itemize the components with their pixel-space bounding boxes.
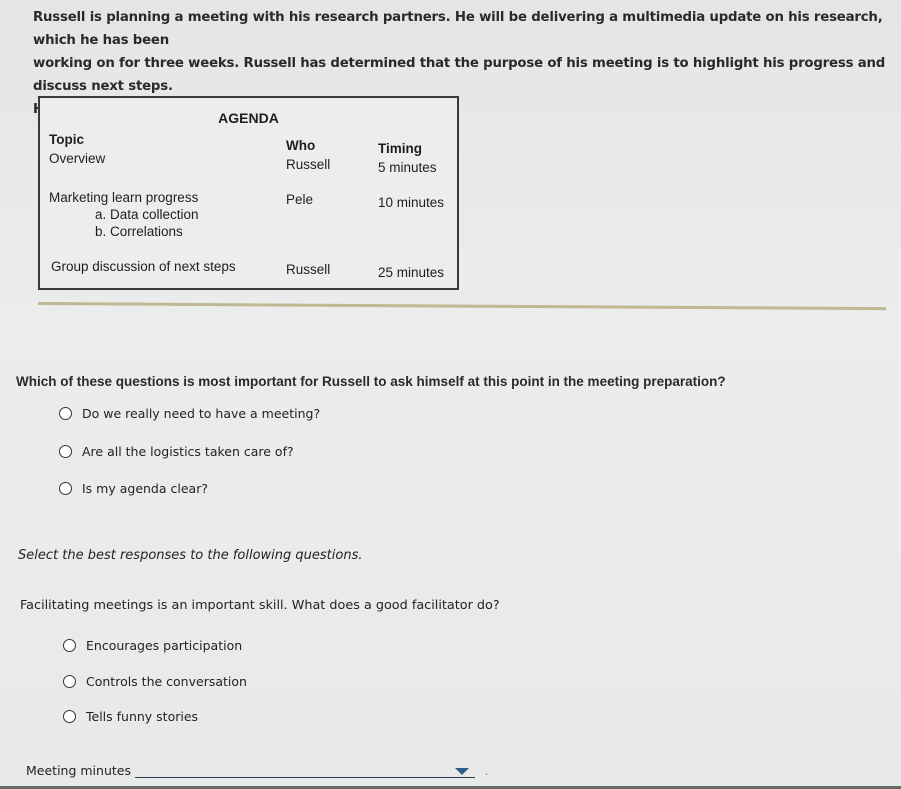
intro-line: Russell is planning a meeting with his r… bbox=[33, 10, 883, 48]
question-1-option-3[interactable]: Is my agenda clear? bbox=[59, 481, 208, 496]
option-label: Do we really need to have a meeting? bbox=[82, 406, 321, 421]
agenda-header-topic: Topic bbox=[49, 132, 84, 147]
radio-button[interactable] bbox=[63, 675, 76, 688]
option-label: Tells funny stories bbox=[86, 709, 199, 724]
question-1-prompt: Which of these questions is most importa… bbox=[16, 374, 726, 389]
agenda-row-timing: 10 minutes bbox=[378, 195, 445, 210]
option-label: Is my agenda clear? bbox=[82, 481, 208, 496]
radio-button[interactable] bbox=[63, 710, 76, 723]
question-2-option-1[interactable]: Encourages participation bbox=[63, 638, 242, 653]
question-2-option-3[interactable]: Tells funny stories bbox=[63, 709, 198, 724]
question-1-option-2[interactable]: Are all the logistics taken care of? bbox=[59, 444, 294, 459]
option-label: Controls the conversation bbox=[86, 674, 247, 689]
agenda-title: AGENDA bbox=[218, 110, 279, 126]
meeting-minutes-row: Meeting minutes . bbox=[26, 761, 488, 778]
radio-button[interactable] bbox=[59, 407, 72, 420]
agenda-row-who: Russell bbox=[286, 262, 331, 277]
agenda-row-topic: Group discussion of next steps bbox=[51, 259, 236, 274]
agenda-row-timing: 25 minutes bbox=[378, 265, 445, 280]
agenda-header-who: Who bbox=[286, 138, 316, 153]
agenda-row-who: Russell bbox=[286, 157, 331, 172]
section-divider bbox=[37, 302, 886, 311]
dropdown-suffix: . bbox=[484, 767, 489, 778]
agenda-subitem: a. Data collection bbox=[95, 207, 199, 222]
dropdown-label: Meeting minutes bbox=[26, 763, 131, 778]
question-2-option-2[interactable]: Controls the conversation bbox=[63, 674, 247, 689]
agenda-row-timing: 5 minutes bbox=[378, 160, 437, 175]
agenda-row-who: Pele bbox=[286, 192, 314, 207]
chevron-down-icon[interactable] bbox=[454, 768, 469, 775]
question-2-prompt: Facilitating meetings is an important sk… bbox=[20, 598, 500, 613]
meeting-minutes-dropdown[interactable] bbox=[134, 761, 475, 778]
radio-button[interactable] bbox=[59, 482, 72, 495]
agenda-header-timing: Timing bbox=[378, 141, 423, 156]
agenda-box: AGENDA Topic Who Timing Overview Russell… bbox=[38, 96, 459, 290]
agenda-subitem: b. Correlations bbox=[95, 224, 183, 239]
question-1-option-1[interactable]: Do we really need to have a meeting? bbox=[59, 406, 320, 421]
intro-line: working on for three weeks. Russell has … bbox=[33, 56, 886, 94]
instructions-text: Select the best responses to the followi… bbox=[18, 548, 363, 563]
agenda-row-topic: Overview bbox=[49, 151, 106, 166]
option-label: Are all the logistics taken care of? bbox=[82, 444, 294, 459]
radio-button[interactable] bbox=[63, 639, 76, 652]
agenda-row-topic: Marketing learn progress bbox=[49, 190, 199, 205]
option-label: Encourages participation bbox=[86, 638, 243, 653]
radio-button[interactable] bbox=[59, 445, 72, 458]
